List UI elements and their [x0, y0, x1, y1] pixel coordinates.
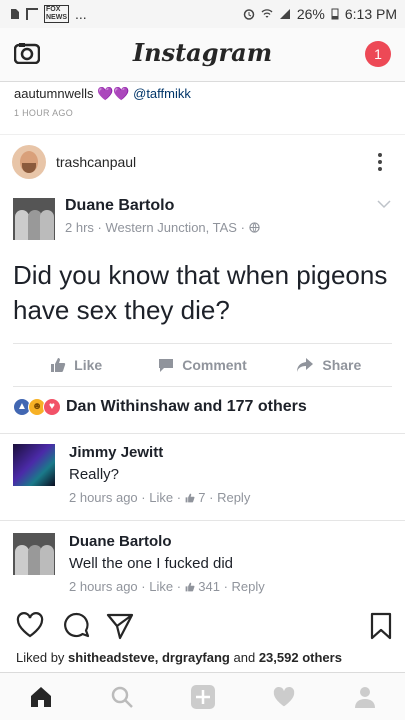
- signal-icon: [279, 9, 290, 19]
- comment-like-link: Like: [149, 490, 174, 505]
- comment-reply-link: Reply: [217, 490, 251, 505]
- thumbs-up-icon: [185, 493, 195, 503]
- shared-facebook-post: Duane Bartolo 2 hrs · Western Junction, …: [0, 190, 405, 608]
- fb-meta-text: 2 hrs · Western Junction, TAS ·: [65, 220, 245, 235]
- thumbs-up-icon: [185, 582, 195, 592]
- globe-icon: [248, 222, 260, 233]
- fb-author-avatar: [13, 198, 55, 240]
- caption-user[interactable]: aautumnwells: [14, 86, 94, 101]
- fb-post-meta: 2 hrs · Western Junction, TAS ·: [65, 220, 260, 235]
- comment-author: Jimmy Jewitt: [69, 444, 164, 461]
- heart-emoji: 💜💜: [97, 86, 130, 101]
- more-options-icon[interactable]: [377, 151, 383, 173]
- fb-like-label: Like: [74, 357, 103, 373]
- search-icon: [111, 686, 133, 708]
- nav-profile[interactable]: [350, 682, 380, 712]
- fb-action-bar: Like Comment Share: [13, 343, 392, 387]
- comment-like-count: 7: [198, 490, 206, 505]
- comment-reply-link: Reply: [231, 579, 265, 594]
- sd-card-icon: [11, 9, 19, 19]
- comment-meta: 2 hours ago · Like · 7 · Reply: [69, 490, 251, 505]
- fox-news-icon: FOX NEWS: [44, 5, 69, 23]
- chevron-down-icon: [377, 200, 391, 209]
- caption-mention[interactable]: @taffmikk: [133, 86, 191, 101]
- bottom-nav: [0, 672, 405, 720]
- fb-comment: Duane Bartolo Well the one I fucked did …: [13, 533, 393, 599]
- fb-share-button: Share: [266, 357, 392, 373]
- nav-search[interactable]: [107, 682, 137, 712]
- fb-author-name: Duane Bartolo: [65, 197, 175, 214]
- likes-and: and: [233, 650, 256, 665]
- likes-prefix: Liked by: [16, 650, 65, 665]
- app-header: Instagram 1: [0, 28, 405, 82]
- thumbs-up-icon: [51, 358, 66, 372]
- nav-new-post[interactable]: [188, 682, 218, 712]
- love-reaction-icon: ♥: [43, 398, 61, 416]
- fb-reactions-summary: ▲ ☻ ♥ Dan Withinshaw and 177 others: [13, 398, 307, 416]
- comment-time: 2 hours ago: [69, 579, 138, 594]
- heart-icon: [273, 686, 294, 706]
- divider: [0, 433, 405, 434]
- comment-avatar: [13, 533, 55, 575]
- comment-avatar: [13, 444, 55, 486]
- profile-icon: [354, 686, 375, 708]
- battery-icon: [331, 8, 339, 20]
- avatar[interactable]: [12, 145, 46, 179]
- bookmark-icon[interactable]: [370, 612, 392, 640]
- fb-post-text: Did you know that when pigeons have sex …: [13, 260, 388, 325]
- post-action-bar: [0, 608, 405, 644]
- comment-author: Duane Bartolo: [69, 533, 172, 550]
- fb-like-button: Like: [13, 357, 139, 373]
- likes-count[interactable]: 23,592 others: [259, 650, 342, 665]
- wifi-icon: [261, 9, 273, 18]
- comment-text: Really?: [69, 466, 120, 483]
- caption: aautumnwells 💜💜 @taffmikk: [14, 86, 191, 102]
- caption-timestamp: 1 HOUR AGO: [14, 108, 74, 118]
- fb-share-label: Share: [322, 357, 362, 373]
- clock: 6:13 PM: [344, 6, 397, 22]
- fb-comment-label: Comment: [182, 357, 247, 373]
- instagram-logo: Instagram: [132, 38, 273, 67]
- status-bar: FOX NEWS ... 26% 6:13 PM: [0, 0, 405, 28]
- likes-users[interactable]: shitheadsteve, drgrayfang: [68, 650, 230, 665]
- flipboard-icon: [26, 8, 38, 20]
- nav-home[interactable]: [26, 682, 56, 712]
- fb-comment-button: Comment: [139, 357, 265, 373]
- comment-bubble-icon: [159, 359, 174, 372]
- comment-text: Well the one I fucked did: [69, 555, 233, 572]
- battery-percent: 26%: [296, 6, 325, 22]
- add-post-icon: [190, 684, 215, 709]
- share-arrow-icon: [297, 358, 314, 372]
- heart-icon[interactable]: [16, 612, 44, 638]
- more-notifications-dots: ...: [75, 6, 87, 22]
- reactions-text: Dan Withinshaw and 177 others: [66, 398, 307, 415]
- post-header: trashcanpaul: [0, 134, 405, 190]
- comment-time: 2 hours ago: [69, 490, 138, 505]
- alarm-icon: [243, 9, 255, 20]
- likes-line: Liked by shitheadsteve, drgrayfang and 2…: [16, 650, 342, 665]
- fb-comment: Jimmy Jewitt Really? 2 hours ago · Like …: [13, 444, 393, 510]
- send-icon[interactable]: [106, 612, 134, 640]
- avatar-beard: [22, 163, 36, 173]
- home-icon: [30, 686, 51, 707]
- comment-meta: 2 hours ago · Like · 341 · Reply: [69, 579, 265, 594]
- comment-icon[interactable]: [62, 612, 90, 640]
- comment-like-count: 341: [198, 579, 220, 594]
- comment-like-link: Like: [149, 579, 174, 594]
- notification-badge[interactable]: 1: [365, 41, 391, 67]
- divider: [0, 520, 405, 521]
- nav-activity[interactable]: [269, 682, 299, 712]
- post-username[interactable]: trashcanpaul: [56, 154, 136, 170]
